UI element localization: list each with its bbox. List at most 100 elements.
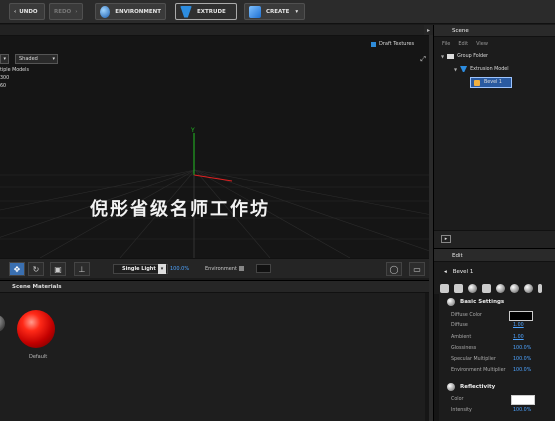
edit-tab[interactable]: Edit — [434, 249, 555, 262]
cube-icon — [249, 5, 261, 18]
expand-triangle-icon[interactable]: ▼ — [454, 67, 457, 72]
material-sphere-icon[interactable] — [468, 284, 477, 293]
menu-edit[interactable]: Edit — [458, 41, 468, 47]
bevel-icon — [474, 79, 480, 86]
environment-toggle-label: Environment — [205, 266, 237, 272]
chevron-down-icon: ▾ — [295, 8, 299, 15]
checkbox-icon[interactable] — [371, 41, 376, 47]
screen-icon[interactable]: ▭ — [409, 262, 425, 276]
rotate-icon[interactable]: ↻ — [28, 262, 44, 276]
scrollbar[interactable] — [434, 294, 439, 421]
prop-label: Color — [451, 397, 464, 402]
watermark-text: 倪彤省级名师工作坊 — [90, 199, 270, 220]
ground-grid: Y — [0, 127, 432, 258]
draft-textures-label: Draft Textures — [379, 41, 415, 47]
material-thumbnail[interactable] — [0, 315, 5, 332]
environment-checkbox[interactable] — [239, 266, 244, 271]
section-reflectivity[interactable]: Reflectivity — [447, 383, 495, 391]
tree-label: Group Folder — [457, 54, 489, 59]
prop-label: Intensity — [451, 408, 472, 413]
edit-title-label: Bevel 1 — [452, 269, 474, 275]
folder-add-icon[interactable]: ▸ — [441, 235, 451, 243]
glow-icon[interactable] — [524, 284, 533, 293]
extrude-label: EXTRUDE — [197, 8, 226, 15]
material-thumbnail-default[interactable] — [17, 310, 55, 348]
diffuse-value[interactable]: 1.00 — [513, 323, 524, 328]
section-basic-settings[interactable]: Basic Settings — [447, 298, 504, 306]
draft-textures-toggle[interactable]: Draft Textures — [371, 41, 414, 47]
stat-line: 300 — [0, 76, 10, 81]
collapse-arrow-icon[interactable]: ▸ — [424, 25, 433, 35]
redo-button[interactable]: REDO › — [49, 3, 83, 20]
ambient-value[interactable]: 1.00 — [513, 335, 524, 340]
tree-item-extrusion-model[interactable]: ▼ Extrusion Model — [454, 66, 509, 72]
tree-label: Extrusion Model — [470, 66, 509, 72]
environment-label: ENVIRONMENT — [115, 8, 161, 15]
tree-item-bevel[interactable]: Bevel 1 — [470, 77, 512, 88]
refract-sphere-icon[interactable] — [510, 284, 519, 293]
glossiness-value[interactable]: 100.0% — [513, 346, 531, 351]
expand-icon[interactable]: ⤢ — [420, 55, 426, 64]
chevron-down-icon: ▾ — [3, 56, 6, 62]
create-button[interactable]: CREATE ▾ — [244, 3, 305, 20]
tree-item-group-folder[interactable]: ▼ Group Folder — [441, 54, 488, 59]
viewport-toolbar: ✥ ↻ ▣ ⊥ Single Light ▾ 100.0% Environmen… — [0, 258, 432, 278]
extrude-button[interactable]: EXTRUDE — [175, 3, 237, 20]
scene-footer: ▸ — [434, 230, 555, 248]
shading-label: Shaded — [19, 56, 38, 62]
prop-label: Diffuse — [451, 323, 468, 328]
prop-label: Environment Multiplier — [451, 368, 506, 373]
edit-object-title: ◂ Bevel 1 — [444, 269, 473, 275]
camera-icon[interactable]: ◯ — [386, 262, 402, 276]
shading-select[interactable]: Shaded ▾ — [15, 54, 58, 64]
undo-button[interactable]: ‹ UNDO — [9, 3, 45, 20]
reflect-color-swatch[interactable] — [511, 395, 535, 405]
cube-icon[interactable] — [440, 284, 449, 293]
scale-icon[interactable]: ▣ — [50, 262, 66, 276]
undo-label: UNDO — [19, 8, 38, 15]
snap-icon[interactable]: ⊥ — [74, 262, 90, 276]
3d-viewport[interactable]: Y ▸ Draft Textures ▾ Shaded ▾ tiple Mode… — [0, 25, 432, 258]
chevron-down-icon: ▾ — [52, 56, 55, 62]
prop-label: Glossiness — [451, 346, 477, 351]
viewport-header: ▸ — [0, 25, 432, 36]
prop-label: Diffuse Color — [451, 313, 482, 318]
extrusion-model-icon — [460, 66, 468, 72]
move-icon[interactable]: ✥ — [9, 262, 25, 276]
globe-icon — [100, 5, 111, 18]
reflect-sphere-icon[interactable] — [496, 284, 505, 293]
environment-swatch[interactable] — [256, 264, 271, 273]
expand-triangle-icon[interactable]: ▼ — [441, 54, 444, 59]
diffuse-color-swatch[interactable] — [509, 311, 533, 321]
stat-line: 60 — [0, 84, 7, 89]
materials-tab[interactable]: Scene Materials — [0, 281, 432, 293]
section-label: Basic Settings — [460, 299, 505, 305]
environment-button[interactable]: ENVIRONMENT — [95, 3, 166, 20]
prop-label: Specular Multiplier — [451, 357, 496, 362]
scene-tab-label: Scene — [452, 28, 469, 34]
scene-menu: File Edit View — [442, 41, 488, 47]
pin-icon[interactable] — [538, 284, 542, 293]
menu-file[interactable]: File — [442, 41, 450, 47]
materials-panel: Scene Materials Default — [0, 280, 432, 421]
texture-icon[interactable] — [454, 284, 463, 293]
edit-tab-label: Edit — [452, 253, 463, 259]
specular-multiplier-value[interactable]: 100.0% — [513, 357, 531, 362]
chevron-down-icon[interactable]: ▾ — [158, 264, 166, 274]
menu-view[interactable]: View — [476, 41, 488, 47]
chevron-left-icon: ‹ — [14, 8, 17, 15]
material-label: Default — [29, 354, 48, 360]
stat-line: tiple Models — [0, 68, 29, 73]
main-toolbar: ‹ UNDO REDO › ENVIRONMENT EXTRUDE CREATE… — [0, 0, 555, 24]
intensity-value[interactable]: 100.0% — [513, 408, 531, 413]
image-icon[interactable] — [482, 284, 491, 293]
back-arrow-icon[interactable]: ◂ — [444, 269, 447, 275]
sphere-icon — [447, 298, 455, 306]
folder-icon — [447, 54, 455, 59]
view-select[interactable]: ▾ — [0, 54, 9, 64]
scene-tab[interactable]: Scene — [434, 25, 555, 37]
sphere-icon — [447, 383, 455, 391]
light-intensity-value[interactable]: 100.0% — [170, 266, 189, 272]
section-label: Reflectivity — [460, 384, 496, 390]
environment-multiplier-value[interactable]: 100.0% — [513, 368, 531, 373]
